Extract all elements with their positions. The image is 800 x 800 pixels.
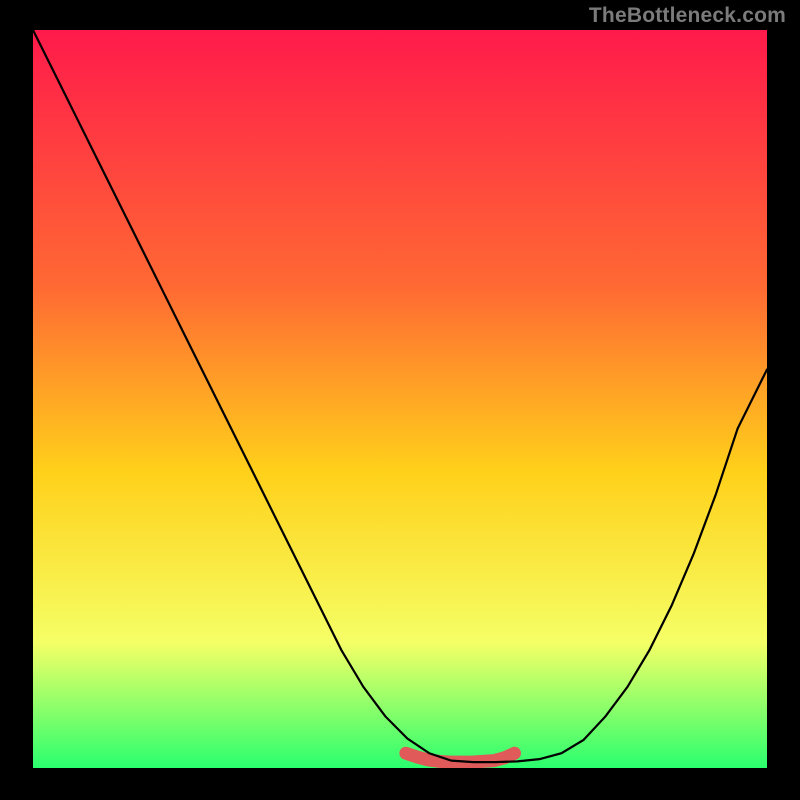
watermark-label: TheBottleneck.com	[589, 4, 786, 28]
gradient-background	[33, 30, 767, 768]
bottleneck-chart	[33, 30, 767, 768]
chart-frame: TheBottleneck.com	[0, 0, 800, 800]
plot-area	[33, 30, 767, 768]
